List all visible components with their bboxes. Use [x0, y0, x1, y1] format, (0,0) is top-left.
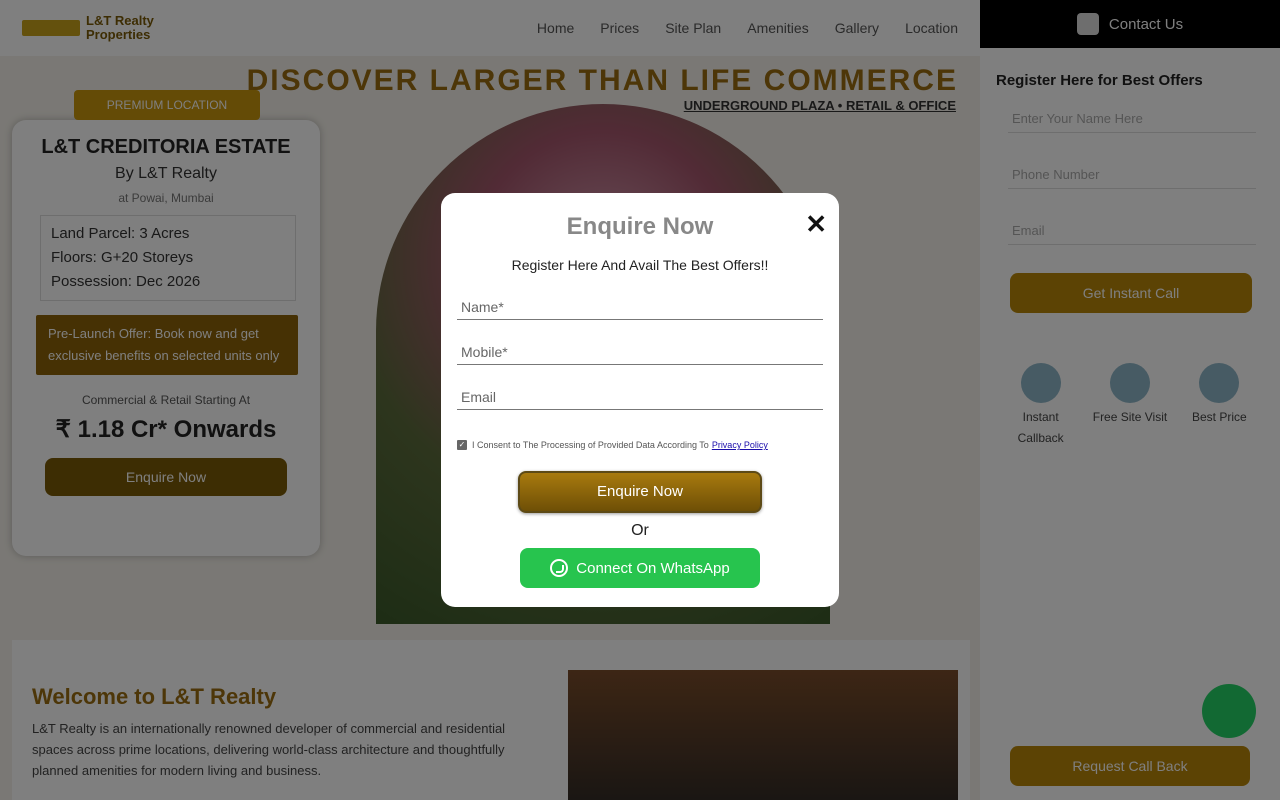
- consent-row: ✓ I Consent to The Processing of Provide…: [457, 440, 823, 450]
- whatsapp-connect-button[interactable]: Connect On WhatsApp: [520, 548, 760, 588]
- privacy-policy-link[interactable]: Privacy Policy: [712, 440, 768, 450]
- email-input[interactable]: [457, 385, 823, 409]
- modal-title: Enquire Now: [566, 213, 714, 240]
- mobile-input[interactable]: [457, 340, 823, 364]
- close-icon[interactable]: ✕: [805, 211, 827, 237]
- consent-text: I Consent to The Processing of Provided …: [472, 440, 709, 450]
- enquire-modal: Enquire Now ✕ Register Here And Avail Th…: [441, 193, 839, 607]
- whatsapp-icon: [550, 559, 569, 577]
- modal-subtitle: Register Here And Avail The Best Offers!…: [511, 257, 769, 273]
- name-input[interactable]: [457, 295, 823, 319]
- mobile-field-wrapper: [457, 340, 823, 365]
- email-field-wrapper: [457, 385, 823, 410]
- enquire-submit-button[interactable]: Enquire Now: [518, 471, 762, 513]
- whatsapp-button-label: Connect On WhatsApp: [576, 559, 730, 577]
- name-field-wrapper: [457, 295, 823, 320]
- or-divider: Or: [631, 522, 649, 539]
- consent-checkbox[interactable]: ✓: [457, 440, 467, 450]
- enquire-form: [457, 295, 823, 410]
